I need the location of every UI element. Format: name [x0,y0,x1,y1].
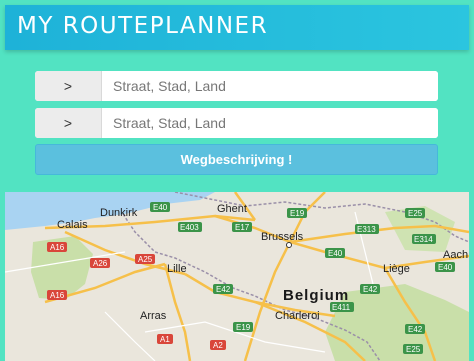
svg-text:E42: E42 [216,285,231,294]
to-field-group: > [35,108,438,138]
svg-text:E42: E42 [408,325,423,334]
svg-text:A16: A16 [50,243,65,252]
svg-text:E313: E313 [357,225,376,234]
road-shield-a16: A16 [47,242,67,252]
svg-text:A2: A2 [213,341,223,350]
road-shield-a1: A1 [157,334,173,344]
app-header: MY ROUTEPLANNER [5,5,469,50]
road-shield-e42: E42 [405,324,425,334]
road-shield-e17: E17 [232,222,252,232]
road-shield-e40: E40 [150,202,170,212]
svg-text:E314: E314 [414,235,433,244]
svg-text:E25: E25 [406,345,421,354]
road-shield-e40: E40 [435,262,455,272]
svg-text:A25: A25 [138,255,153,264]
road-shield-e42: E42 [213,284,233,294]
road-shield-a16: A16 [47,290,67,300]
road-shield-a26: A26 [90,258,110,268]
map-canvas[interactable]: Calais Dunkirk Ghent Brussels Lille Arra… [5,192,469,361]
road-shield-e42: E42 [360,284,380,294]
city-label-aach: Aach [443,249,468,261]
road-shield-e411: E411 [330,302,354,312]
svg-text:A26: A26 [93,259,108,268]
city-label-liege: Liège [383,263,410,275]
road-shield-e403: E403 [178,222,202,232]
svg-text:E17: E17 [235,223,250,232]
svg-text:E25: E25 [408,209,423,218]
city-label-brussels: Brussels [261,231,304,243]
svg-text:E19: E19 [290,209,305,218]
svg-text:A1: A1 [160,335,170,344]
road-shield-e314: E314 [412,234,436,244]
road-shield-e313: E313 [355,224,379,234]
road-shield-e19: E19 [233,322,253,332]
road-shield-e25: E25 [405,208,425,218]
app-title: MY ROUTEPLANNER [17,13,269,39]
city-label-calais: Calais [57,219,88,231]
city-label-charleroi: Charleroi [275,310,320,322]
svg-text:E19: E19 [236,323,251,332]
capital-marker-icon [286,242,292,248]
svg-text:E42: E42 [363,285,378,294]
city-label-lille: Lille [167,263,187,275]
road-shield-e19: E19 [287,208,307,218]
road-shield-a2: A2 [210,340,226,350]
city-label-arras: Arras [140,310,167,322]
road-shield-e25: E25 [403,344,423,354]
from-field-group: > [35,71,438,101]
road-shield-e40: E40 [325,248,345,258]
svg-text:E403: E403 [180,223,199,232]
svg-text:E40: E40 [328,249,343,258]
country-label-belgium: Belgium [283,287,349,304]
directions-button[interactable]: Wegbeschrijving ! [35,144,438,175]
svg-text:A16: A16 [50,291,65,300]
svg-text:E40: E40 [438,263,453,272]
from-addon: > [35,71,102,101]
map-view[interactable]: Calais Dunkirk Ghent Brussels Lille Arra… [5,192,469,361]
city-label-ghent: Ghent [217,203,247,215]
city-label-dunkirk: Dunkirk [100,207,138,219]
road-shield-a25: A25 [135,254,155,264]
svg-text:E40: E40 [153,203,168,212]
svg-text:E411: E411 [332,303,351,312]
from-input[interactable] [102,71,438,101]
to-input[interactable] [102,108,438,138]
to-addon: > [35,108,102,138]
